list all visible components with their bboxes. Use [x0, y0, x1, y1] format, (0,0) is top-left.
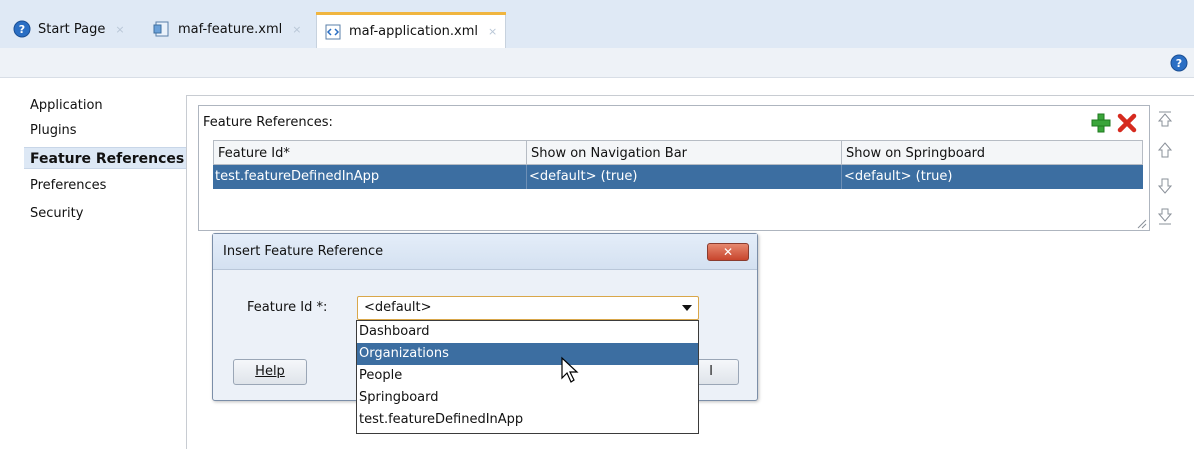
help-icon[interactable]: ?: [1170, 54, 1188, 72]
feature-references-panel: Feature References: Feature Id* Show on …: [198, 105, 1150, 231]
xml-file-icon: [152, 19, 172, 39]
column-header-feature-id[interactable]: Feature Id*: [213, 140, 527, 165]
combobox-value: <default>: [364, 300, 432, 315]
move-up-icon[interactable]: [1155, 140, 1175, 160]
mouse-pointer-icon: [560, 356, 580, 384]
dropdown-option[interactable]: Dashboard: [357, 321, 698, 343]
nav-item-feature-references[interactable]: Feature References: [24, 147, 186, 169]
column-header-show-navigation-bar[interactable]: Show on Navigation Bar: [527, 140, 842, 165]
tab-label: maf-feature.xml: [178, 21, 283, 37]
tab-close-icon[interactable]: ×: [488, 25, 497, 38]
table-cell: <default> (true): [844, 169, 953, 184]
move-down-icon[interactable]: [1155, 176, 1175, 196]
svg-text:?: ?: [1176, 57, 1182, 70]
xml-code-icon: [323, 22, 343, 42]
overview-navigation: Application Plugins Feature References P…: [0, 79, 186, 449]
move-bottom-icon[interactable]: [1155, 206, 1175, 226]
nav-item-application[interactable]: Application: [24, 95, 186, 117]
table-cell: test.featureDefinedInApp: [213, 165, 527, 189]
nav-item-security[interactable]: Security: [24, 203, 186, 225]
help-button[interactable]: Help: [233, 359, 307, 385]
dropdown-option[interactable]: test.featureDefinedInApp: [357, 409, 698, 431]
editor-toolbar: ?: [0, 48, 1194, 78]
dropdown-option[interactable]: People: [357, 365, 698, 387]
tab-label: Start Page: [38, 21, 106, 37]
column-header-show-springboard[interactable]: Show on Springboard: [842, 140, 1143, 165]
tab-start-page[interactable]: ? Start Page ×: [6, 13, 133, 45]
add-icon[interactable]: [1090, 112, 1112, 134]
nav-item-preferences[interactable]: Preferences: [24, 175, 186, 197]
tab-maf-application[interactable]: maf-application.xml ×: [316, 12, 507, 48]
chevron-down-icon[interactable]: [682, 305, 692, 311]
tab-maf-feature[interactable]: maf-feature.xml ×: [146, 13, 309, 45]
tab-close-icon[interactable]: ×: [292, 23, 301, 36]
action-button-label: l: [709, 364, 713, 379]
dropdown-option-highlighted[interactable]: Organizations: [357, 343, 698, 365]
nav-item-plugins[interactable]: Plugins: [24, 120, 186, 142]
delete-icon[interactable]: [1116, 112, 1138, 134]
dialog-title: Insert Feature Reference: [223, 244, 384, 259]
table-row[interactable]: test.featureDefinedInApp <default> (true…: [213, 165, 1143, 189]
dropdown-option[interactable]: Springboard: [357, 387, 698, 409]
table-cell: <default> (true): [527, 165, 842, 189]
svg-text:?: ?: [19, 23, 25, 36]
move-top-icon[interactable]: [1155, 110, 1175, 130]
editor-tab-bar: ? Start Page × maf-feature.xml × maf-app…: [0, 0, 1194, 48]
feature-id-dropdown-list: Dashboard Organizations People Springboa…: [356, 320, 699, 434]
feature-id-label: Feature Id *:: [247, 300, 328, 315]
tab-close-icon[interactable]: ×: [115, 23, 124, 36]
help-circle-icon: ?: [12, 19, 32, 39]
close-button[interactable]: ✕: [707, 243, 749, 261]
help-button-label: Help: [255, 364, 285, 379]
dialog-title-bar[interactable]: Insert Feature Reference ✕: [213, 234, 757, 270]
feature-id-combobox[interactable]: <default>: [357, 296, 699, 320]
resize-grip-icon[interactable]: [1137, 218, 1147, 229]
feature-references-label: Feature References:: [203, 115, 333, 130]
tab-label: maf-application.xml: [349, 24, 478, 39]
